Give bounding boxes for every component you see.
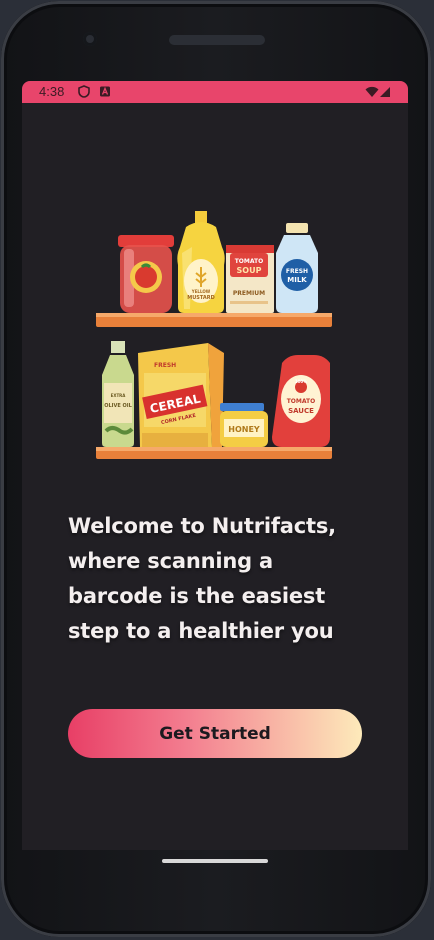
svg-text:FRESH: FRESH (286, 268, 308, 275)
signal-icon (380, 87, 390, 97)
cereal-box: FRESH CEREAL CORN FLAKE (138, 343, 224, 447)
tomato-jar (118, 235, 174, 313)
home-indicator[interactable] (162, 859, 268, 863)
soup-box: TOMATO SOUP PREMIUM (226, 245, 274, 313)
status-bar: 4:38 (22, 81, 408, 103)
phone-frame: 4:38 YELLOW MUSTARD TOMATO SOUP PREMIUM … (1, 1, 431, 937)
svg-text:PREMIUM: PREMIUM (233, 290, 265, 297)
sauce-bottle: 100% TOMATO SAUCE (272, 355, 330, 447)
status-time: 4:38 (39, 84, 65, 99)
mustard-bottle: YELLOW MUSTARD (177, 211, 225, 313)
honey-jar: HONEY (220, 403, 268, 447)
svg-text:SOUP: SOUP (237, 266, 262, 275)
earpiece-speaker (169, 35, 265, 45)
front-camera (83, 32, 97, 46)
get-started-button[interactable]: Get Started (68, 709, 362, 758)
welcome-message: Welcome to Nutrifacts, where scanning a … (68, 514, 336, 643)
wifi-icon (365, 86, 379, 97)
shield-icon (78, 85, 90, 98)
a-badge-icon (100, 86, 110, 97)
svg-text:OLIVE OIL: OLIVE OIL (104, 403, 132, 409)
svg-text:YELLOW: YELLOW (191, 289, 211, 294)
pantry-shelves-illustration: YELLOW MUSTARD TOMATO SOUP PREMIUM FRESH… (96, 211, 332, 459)
svg-text:EXTRA: EXTRA (111, 393, 127, 398)
milk-bottle: FRESH MILK (276, 223, 318, 313)
svg-text:MILK: MILK (287, 276, 307, 284)
svg-text:100%: 100% (295, 379, 307, 384)
svg-text:TOMATO: TOMATO (287, 398, 316, 405)
olive-oil-bottle: EXTRA OLIVE OIL (102, 341, 134, 447)
svg-text:MUSTARD: MUSTARD (187, 295, 215, 301)
svg-text:TOMATO: TOMATO (235, 258, 264, 265)
svg-text:FRESH: FRESH (154, 362, 176, 369)
svg-text:SAUCE: SAUCE (288, 407, 314, 415)
app-screen: 4:38 YELLOW MUSTARD TOMATO SOUP PREMIUM … (22, 81, 408, 850)
svg-text:HONEY: HONEY (228, 425, 260, 434)
